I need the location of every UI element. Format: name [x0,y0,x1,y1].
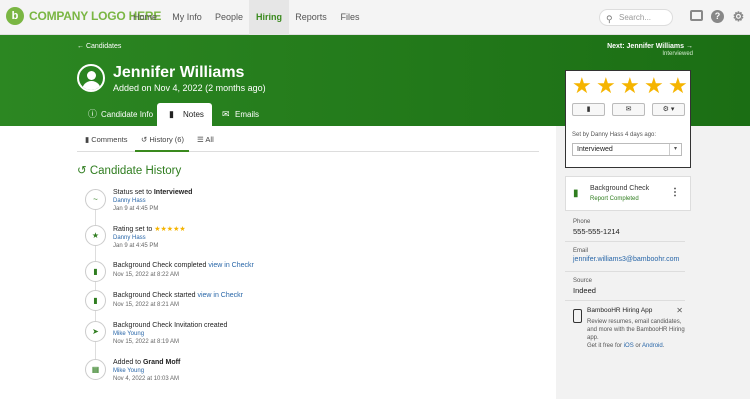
more-options-icon[interactable]: ⋮ [670,187,680,198]
tab-notes[interactable]: ▮ Notes [157,103,212,126]
history-event: Rating set to ★★★★★ Danny Hass Jan 9 at … [113,226,186,249]
source-info: Source Indeed [573,278,596,295]
email-button[interactable]: ✉ [612,103,645,116]
nav-reports[interactable]: Reports [294,0,328,35]
settings-gear-icon[interactable]: ⚙ [732,10,745,23]
nav-my-info[interactable]: My Info [168,0,206,35]
document-check-icon: ▮ [573,188,579,199]
history-heading: ↺ Candidate History [77,165,182,177]
nav-people[interactable]: People [212,0,246,35]
comment-icon: ▮ [586,106,591,113]
email-info: Email jennifer.williams3@bamboohr.com [573,248,680,263]
settings-menu-button[interactable]: ⚙ ▾ [652,103,685,116]
activity-icon: ~ [85,189,106,210]
tab-candidate-info[interactable]: ⓘ Candidate Info [88,103,158,126]
star-icon[interactable]: ★ [668,75,688,97]
top-navigation: b COMPANY LOGO HERE Home My Info People … [0,0,750,35]
history-event: Background Check completed view in Check… [113,262,254,278]
divider [565,271,685,272]
star-icon[interactable]: ★ [620,75,640,97]
divider [565,241,685,242]
nav-files[interactable]: Files [335,0,365,35]
mobile-phone-icon [573,309,582,323]
star-icon[interactable]: ★ [596,75,616,97]
tab-emails[interactable]: ✉ Emails [222,103,272,126]
history-event: Background Check Invitation created Mike… [113,322,228,345]
logo-icon: b [6,7,24,25]
gear-icon: ⚙ ▾ [662,106,675,113]
history-event: Added to Grand Moff Mike Young Nov 4, 20… [113,359,181,382]
help-icon[interactable]: ? [711,10,724,23]
view-in-checkr-link[interactable]: view in Checkr [197,292,243,299]
search-icon: ⚲ [606,14,613,24]
status-select[interactable]: Interviewed ▾ [572,143,682,156]
rating-set-by: Set by Danny Hass 4 days ago: [572,132,657,138]
note-icon: ▮ [169,109,174,119]
notes-subtabs: ▮ Comments ↺ History (6) ☰ All [77,130,539,152]
subtab-all[interactable]: ☰ All [197,130,227,152]
search-input[interactable]: ⚲ Search... [599,9,673,26]
user-link[interactable]: Danny Hass [113,235,186,241]
history-event: Status set to Interviewed Danny Hass Jan… [113,189,193,212]
calendar-icon: ▦ [85,359,106,380]
history-event: Background Check started view in Checkr … [113,292,243,308]
document-check-icon: ▮ [85,261,106,282]
view-in-checkr-link[interactable]: view in Checkr [208,262,254,269]
candidate-added-date: Added on Nov 4, 2022 (2 months ago) [113,83,266,93]
email-icon: ✉ [625,106,632,113]
star-icon[interactable]: ★ [572,75,592,97]
ios-link[interactable]: iOS [624,343,634,349]
email-icon: ✉ [222,109,230,119]
subtab-history[interactable]: ↺ History (6) [135,130,189,152]
document-check-icon: ▮ [85,290,106,311]
inbox-icon[interactable] [690,10,703,21]
email-link[interactable]: jennifer.williams3@bamboohr.com [573,256,679,263]
star-rating[interactable]: ★ ★ ★ ★ ★ [572,75,688,97]
divider [565,300,685,301]
hiring-app-promo: BambooHR Hiring App ✕ Review resumes, em… [565,305,687,359]
candidate-avatar-icon [77,64,105,92]
user-link[interactable]: Danny Hass [113,198,192,204]
user-link[interactable]: Mike Young [113,331,227,337]
close-icon[interactable]: ✕ [676,306,683,315]
nav-home[interactable]: Home [128,0,162,35]
back-to-candidates-link[interactable]: ← Candidates [77,43,121,50]
subtab-comments[interactable]: ▮ Comments [85,130,137,152]
chevron-down-icon: ▾ [669,144,681,155]
info-icon: ⓘ [88,109,98,119]
rating-card: ★ ★ ★ ★ ★ ▮ ✉ ⚙ ▾ Set by Danny Hass 4 da… [565,70,691,168]
star-icon: ★ [85,225,106,246]
candidate-name: Jennifer Williams [113,64,245,81]
background-check-card[interactable]: ▮ Background Check Report Completed ⋮ [565,176,691,211]
nav-hiring[interactable]: Hiring [249,0,289,35]
history-icon: ↺ [77,165,90,177]
user-link[interactable]: Mike Young [113,368,180,374]
star-icon[interactable]: ★ [644,75,664,97]
phone-info: Phone 555-555-1214 [573,219,620,236]
android-link[interactable]: Android [642,343,663,349]
send-icon: ➤ [85,321,106,342]
next-candidate-link[interactable]: Next: Jennifer Williams → Interviewed [607,43,693,57]
comment-button[interactable]: ▮ [572,103,605,116]
